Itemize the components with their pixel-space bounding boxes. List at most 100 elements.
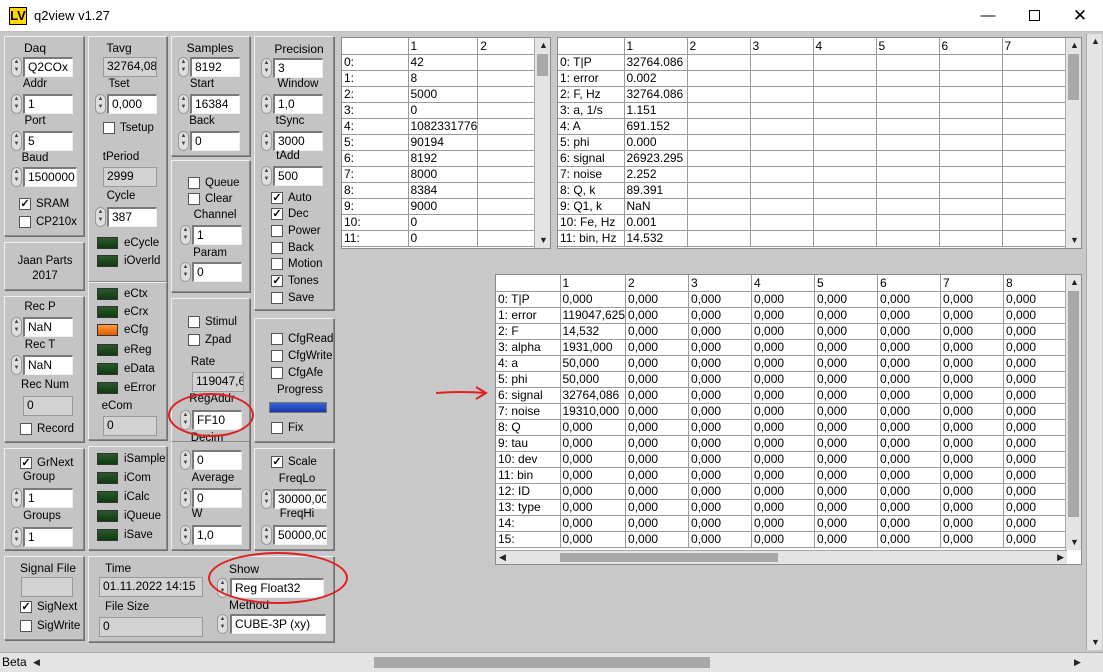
table-cell[interactable]: 0,000 — [625, 387, 690, 404]
table-cell[interactable]: 0,000 — [940, 307, 1005, 324]
table-cell[interactable]: 0,000 — [751, 515, 816, 532]
table-cell[interactable]: 0,000 — [940, 403, 1005, 420]
table-cell[interactable] — [477, 118, 542, 135]
method-spinner[interactable]: ▲ ▼ — [217, 614, 228, 634]
table-cell[interactable] — [813, 166, 877, 183]
table-cell[interactable] — [876, 134, 940, 151]
table-cell[interactable]: 0,000 — [940, 499, 1005, 516]
table-cell[interactable]: 0 — [408, 230, 479, 247]
table-cell[interactable] — [1002, 54, 1066, 71]
table-cell[interactable]: 0.000 — [624, 134, 688, 151]
table-cell[interactable] — [813, 102, 877, 119]
tadd-field[interactable]: 500 — [273, 166, 323, 186]
table-cell[interactable] — [813, 134, 877, 151]
table-cell[interactable]: 0,000 — [625, 499, 690, 516]
table-cell[interactable] — [477, 230, 542, 247]
dec-checkbox[interactable]: ✓ Dec — [271, 208, 308, 220]
window-field[interactable]: 1,0 — [273, 94, 323, 114]
scroll-thumb[interactable] — [560, 553, 778, 562]
table-cell[interactable]: 14.532 — [624, 230, 688, 247]
table-cell[interactable] — [750, 198, 814, 215]
param-field[interactable]: 0 — [192, 262, 242, 282]
rect-field[interactable]: NaN — [23, 355, 73, 375]
window-spinner[interactable]: ▲ ▼ — [261, 94, 272, 114]
table-cell[interactable] — [939, 214, 1003, 231]
sram-checkbox[interactable]: ✓ SRAM — [19, 198, 69, 210]
tones-checkbox[interactable]: ✓ Tones — [271, 275, 319, 287]
table-cell[interactable] — [1002, 70, 1066, 87]
table-cell[interactable]: 0,000 — [814, 467, 879, 484]
table-cell[interactable]: 0,000 — [940, 355, 1005, 372]
scale-checkbox[interactable]: ✓ Scale — [271, 456, 317, 468]
port-field[interactable]: 5 — [23, 131, 73, 151]
table-cell[interactable] — [1002, 134, 1066, 151]
sigwrite-checkbox[interactable]: SigWrite — [20, 620, 80, 632]
param-spinner[interactable]: ▲ ▼ — [180, 262, 191, 282]
table-cell[interactable]: 0,000 — [560, 467, 627, 484]
table-cell[interactable]: 0,000 — [751, 483, 816, 500]
cp210x-checkbox[interactable]: CP210x — [19, 216, 77, 228]
table-cell[interactable] — [750, 54, 814, 71]
table-cell[interactable] — [939, 134, 1003, 151]
table-cell[interactable]: 0,000 — [625, 515, 690, 532]
table-cell[interactable]: 0,000 — [814, 339, 879, 356]
table-cell[interactable]: 0,000 — [751, 307, 816, 324]
table-cell[interactable]: 0,000 — [625, 467, 690, 484]
table-cell[interactable]: 0,000 — [560, 515, 627, 532]
table-cell[interactable] — [477, 182, 542, 199]
table-cell[interactable]: 0,000 — [751, 323, 816, 340]
table-cell[interactable] — [687, 86, 751, 103]
table-cell[interactable] — [939, 118, 1003, 135]
addr-spinner[interactable]: ▲ ▼ — [11, 94, 22, 114]
table-cell[interactable] — [1002, 182, 1066, 199]
table-cell[interactable]: 0,000 — [877, 387, 942, 404]
daq-field[interactable]: Q2COx — [23, 57, 73, 77]
table-cell[interactable]: 0,000 — [688, 419, 753, 436]
table-cell[interactable]: 8192 — [408, 150, 479, 167]
table-cell[interactable]: 0,000 — [625, 291, 690, 308]
table-cell[interactable]: 0,000 — [814, 515, 879, 532]
table-cell[interactable]: 0,000 — [940, 531, 1005, 548]
table-cell[interactable]: 2.252 — [624, 166, 688, 183]
table-cell[interactable]: 0,000 — [688, 403, 753, 420]
table-cell[interactable]: 0,000 — [751, 451, 816, 468]
table-cell[interactable] — [1002, 118, 1066, 135]
table-cell[interactable]: 0,000 — [814, 451, 879, 468]
table-cell[interactable]: 0,000 — [625, 323, 690, 340]
addr-field[interactable]: 1 — [23, 94, 73, 114]
table-cell[interactable]: 0,000 — [688, 323, 753, 340]
table-cell[interactable]: 0,000 — [940, 339, 1005, 356]
table-cell[interactable]: 0,000 — [688, 483, 753, 500]
table-cell[interactable] — [939, 230, 1003, 247]
table-cell[interactable]: 0.001 — [624, 214, 688, 231]
table-cell[interactable]: 0,000 — [751, 419, 816, 436]
table-cell[interactable]: 0,000 — [625, 483, 690, 500]
scroll-thumb[interactable] — [1068, 54, 1079, 100]
table-cell[interactable]: 9000 — [408, 198, 479, 215]
table-cell[interactable]: 0,000 — [1003, 291, 1068, 308]
table-cell[interactable]: 0,000 — [814, 435, 879, 452]
table-cell[interactable] — [477, 54, 542, 71]
table-cell[interactable]: 0,000 — [1003, 355, 1068, 372]
table-cell[interactable]: 0,000 — [940, 435, 1005, 452]
freqlo-field[interactable]: 30000,00 — [273, 489, 327, 509]
scroll-right-icon[interactable]: ▶ — [1074, 657, 1081, 668]
table-cell[interactable] — [750, 166, 814, 183]
table-cell[interactable]: 0,000 — [688, 355, 753, 372]
table-cell[interactable] — [939, 198, 1003, 215]
table-cell[interactable]: 0,000 — [625, 355, 690, 372]
table-cell[interactable] — [1002, 150, 1066, 167]
table-cell[interactable] — [477, 102, 542, 119]
table-cell[interactable]: 0,000 — [625, 339, 690, 356]
table-cell[interactable]: 0,000 — [814, 323, 879, 340]
table-cell[interactable]: 32764.086 — [624, 54, 688, 71]
scroll-thumb[interactable] — [537, 54, 548, 76]
table-cell[interactable]: 0,000 — [814, 483, 879, 500]
stimul-checkbox[interactable]: Stimul — [188, 316, 237, 328]
rect-spinner[interactable]: ▲ ▼ — [11, 355, 22, 375]
table-cell[interactable]: 32764.086 — [624, 86, 688, 103]
table-cell[interactable]: 0,000 — [688, 515, 753, 532]
table-cell[interactable]: 0,000 — [940, 371, 1005, 388]
table-cell[interactable] — [687, 70, 751, 87]
power-checkbox[interactable]: Power — [271, 225, 321, 237]
